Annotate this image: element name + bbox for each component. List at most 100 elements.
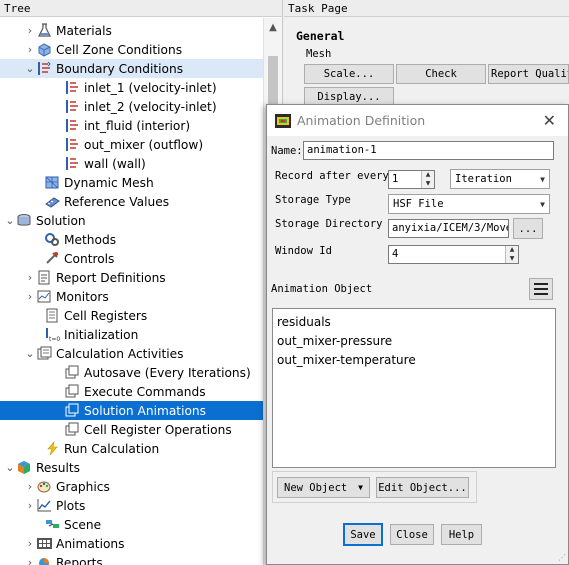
spin-down-icon[interactable]: ▼ — [506, 255, 518, 264]
chevron-right-icon[interactable]: › — [24, 24, 36, 37]
activity-icon — [64, 384, 81, 399]
animation-object-list[interactable]: residuals out_mixer-pressure out_mixer-t… — [272, 308, 556, 468]
tree-item-execute-commands[interactable]: Execute Commands — [0, 382, 263, 401]
tree-item-label: Controls — [64, 251, 115, 266]
tree-item-wall[interactable]: wall (wall) — [0, 154, 263, 173]
tree-item-out-mixer[interactable]: out_mixer (outflow) — [0, 135, 263, 154]
tree-item-label: Dynamic Mesh — [64, 175, 154, 190]
tree-item-scene[interactable]: Scene — [0, 515, 263, 534]
window-id-spinner[interactable]: ▲ ▼ — [505, 246, 518, 263]
tree-item-run-calculation[interactable]: Run Calculation — [0, 439, 263, 458]
storage-directory-field[interactable]: anyixia/ICEM/3/Move — [388, 219, 509, 238]
object-menu-button[interactable] — [529, 278, 553, 300]
spin-up-icon[interactable]: ▲ — [506, 246, 518, 255]
tree-item-int-fluid[interactable]: int_fluid (interior) — [0, 116, 263, 135]
check-button[interactable]: Check — [396, 64, 486, 84]
storage-type-value: HSF File — [393, 198, 444, 210]
hamburger-icon — [534, 283, 548, 285]
methods-icon — [44, 232, 61, 247]
report-quality-button[interactable]: Report Quality — [488, 64, 569, 84]
dialog-title: Animation Definition — [297, 113, 426, 128]
tree-panel: Tree › Materials › Cell Zone Conditions … — [0, 0, 283, 565]
tree-item-label: Autosave (Every Iterations) — [84, 365, 251, 380]
tree-item-report-definitions[interactable]: › Report Definitions — [0, 268, 263, 287]
window-id-label: Window Id — [275, 245, 332, 257]
tree-item-dynamic-mesh[interactable]: Dynamic Mesh — [0, 173, 263, 192]
chevron-right-icon[interactable]: › — [24, 290, 36, 303]
chevron-right-icon[interactable]: › — [24, 480, 36, 493]
tree-item-initialization[interactable]: t=0 Initialization — [0, 325, 263, 344]
flask-icon — [36, 23, 53, 38]
name-field[interactable]: animation-1 — [303, 141, 554, 160]
results-icon — [16, 460, 33, 475]
tree-item-boundary-conditions[interactable]: ⌄ Boundary Conditions — [0, 59, 263, 78]
tree-item-monitors[interactable]: › Monitors — [0, 287, 263, 306]
chevron-right-icon[interactable]: › — [24, 271, 36, 284]
list-item[interactable]: out_mixer-temperature — [277, 351, 551, 370]
tree-item-controls[interactable]: Controls — [0, 249, 263, 268]
tree-item-inlet-1[interactable]: inlet_1 (velocity-inlet) — [0, 78, 263, 97]
tree-item-label: Run Calculation — [64, 441, 160, 456]
close-icon[interactable]: ✕ — [543, 111, 556, 130]
tree-item-solution-animations[interactable]: Solution Animations — [0, 401, 263, 420]
scale-button[interactable]: Scale... — [304, 64, 394, 84]
tree-item-label: inlet_1 (velocity-inlet) — [84, 80, 217, 95]
boundary-conditions-icon — [36, 61, 53, 76]
close-button[interactable]: Close — [390, 524, 434, 545]
tree-item-plots[interactable]: › Plots — [0, 496, 263, 515]
chevron-right-icon[interactable]: › — [24, 556, 36, 565]
boundary-icon — [64, 118, 81, 133]
chevron-down-icon[interactable]: ⌄ — [24, 347, 36, 360]
tree-item-label: Boundary Conditions — [56, 61, 184, 76]
tree-item-reference-values[interactable]: Reference Values — [0, 192, 263, 211]
window-id-field[interactable]: 4 — [388, 245, 519, 264]
chevron-down-icon[interactable]: ⌄ — [24, 62, 36, 75]
tree-item-label: Solution — [36, 213, 86, 228]
scroll-up-icon[interactable]: ▲ — [267, 22, 279, 33]
chevron-right-icon[interactable]: › — [24, 499, 36, 512]
spin-up-icon[interactable]: ▲ — [422, 171, 434, 180]
tree-item-cell-register-operations[interactable]: Cell Register Operations — [0, 420, 263, 439]
reference-values-icon — [44, 194, 61, 209]
tree-item-calculation-activities[interactable]: ⌄ Calculation Activities — [0, 344, 263, 363]
tree-item-methods[interactable]: Methods — [0, 230, 263, 249]
tree-item-cell-registers[interactable]: Cell Registers — [0, 306, 263, 325]
activity-icon — [64, 422, 81, 437]
resize-grip-icon[interactable]: ⋰ — [558, 553, 566, 562]
tree-item-solution[interactable]: ⌄ Solution — [0, 211, 263, 230]
tree-item-inlet-2[interactable]: inlet_2 (velocity-inlet) — [0, 97, 263, 116]
tree-item-label: out_mixer (outflow) — [84, 137, 204, 152]
tree-item-label: Reports — [56, 555, 103, 565]
help-button[interactable]: Help — [441, 524, 482, 545]
storage-directory-label: Storage Directory — [275, 218, 383, 230]
tree-item-autosave[interactable]: Autosave (Every Iterations) — [0, 363, 263, 382]
save-button[interactable]: Save — [343, 523, 383, 546]
edit-object-button[interactable]: Edit Object... — [376, 477, 469, 498]
activity-icon — [64, 365, 81, 380]
record-interval-spinner[interactable]: ▲ ▼ — [421, 171, 434, 188]
record-unit-select[interactable]: Iteration ▼ — [450, 169, 550, 189]
tree-item-results[interactable]: ⌄ Results — [0, 458, 263, 477]
controls-icon — [44, 251, 61, 266]
record-interval-value: 1 — [392, 173, 399, 185]
storage-type-label: Storage Type — [275, 194, 351, 206]
list-item[interactable]: residuals — [277, 313, 551, 332]
tree-item-graphics[interactable]: › Graphics — [0, 477, 263, 496]
chevron-down-icon[interactable]: ⌄ — [4, 214, 16, 227]
record-after-label: Record after every — [275, 170, 389, 182]
dialog-titlebar[interactable]: Animation Definition ✕ — [267, 105, 568, 136]
plots-icon — [36, 498, 53, 513]
tree-item-materials[interactable]: › Materials — [0, 21, 263, 40]
new-object-button[interactable]: New Object ▼ — [277, 477, 370, 498]
chevron-down-icon[interactable]: ⌄ — [4, 461, 16, 474]
chevron-right-icon[interactable]: › — [24, 43, 36, 56]
browse-button[interactable]: ... — [513, 218, 543, 239]
storage-type-select[interactable]: HSF File ▼ — [388, 194, 550, 214]
tree-item-animations[interactable]: › Animations — [0, 534, 263, 553]
spin-down-icon[interactable]: ▼ — [422, 180, 434, 189]
chevron-right-icon[interactable]: › — [24, 537, 36, 550]
list-item[interactable]: out_mixer-pressure — [277, 332, 551, 351]
tree-item-reports[interactable]: › Reports — [0, 553, 263, 565]
boundary-icon — [64, 99, 81, 114]
tree-item-cell-zone-conditions[interactable]: › Cell Zone Conditions — [0, 40, 263, 59]
